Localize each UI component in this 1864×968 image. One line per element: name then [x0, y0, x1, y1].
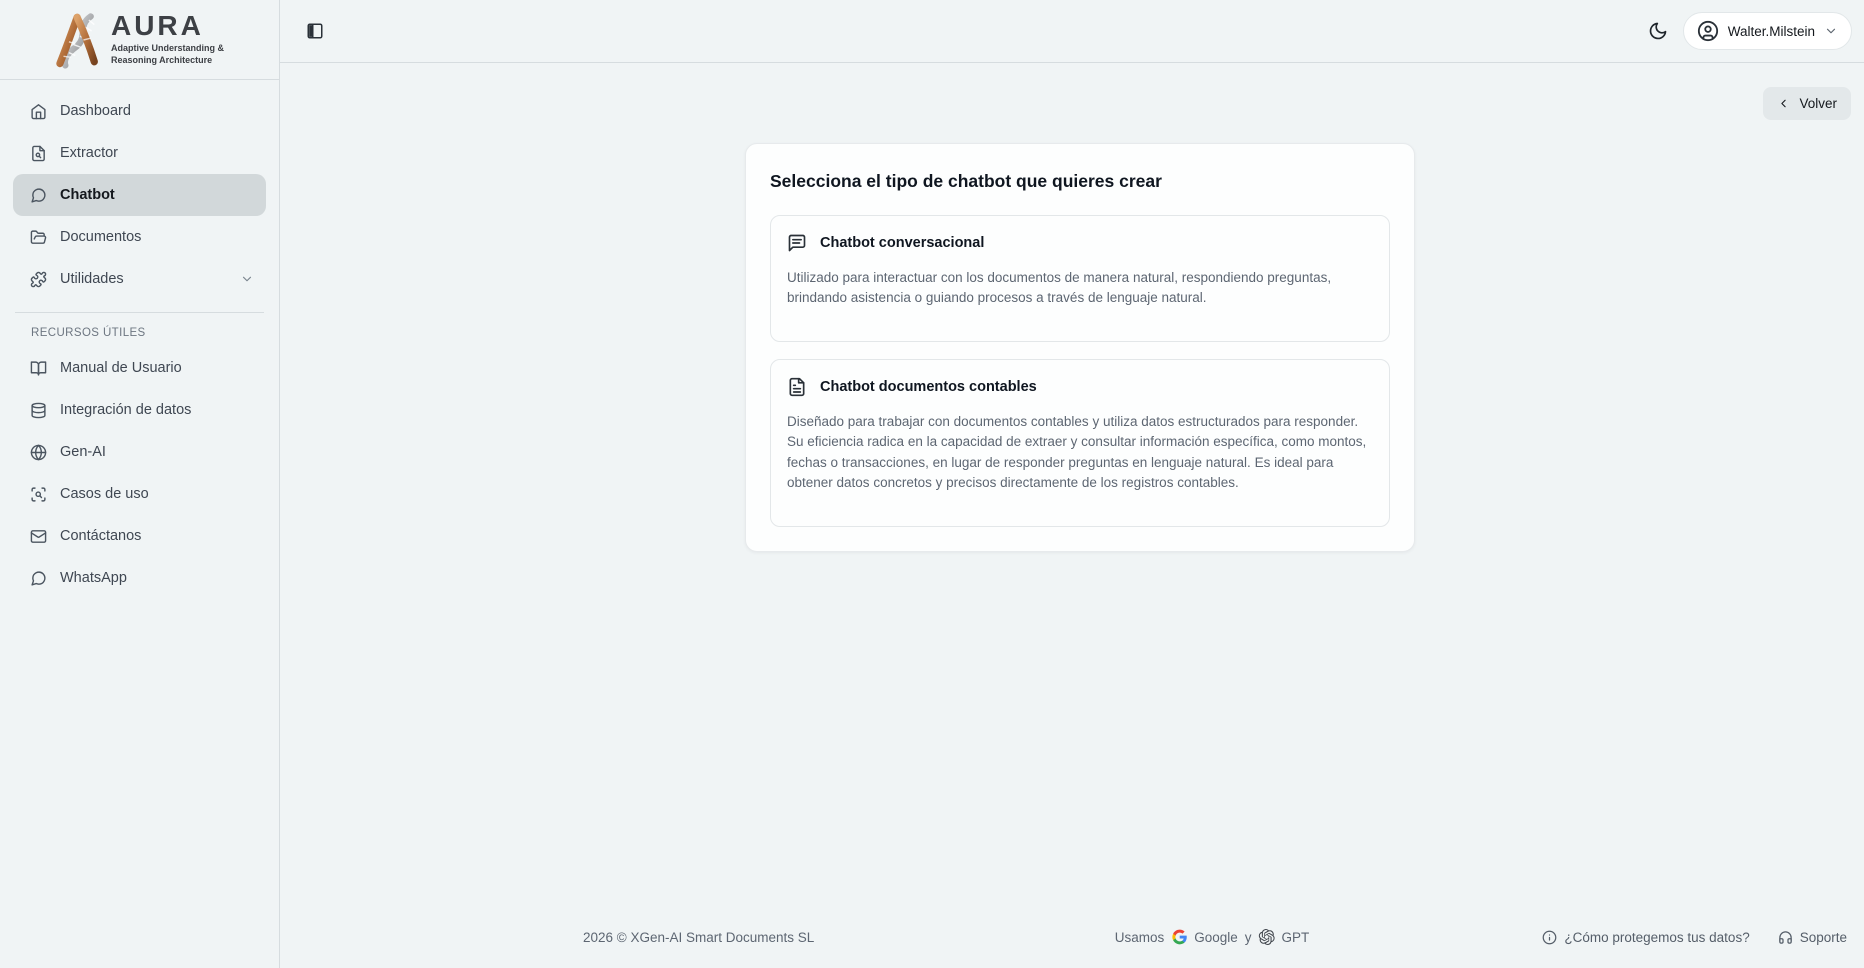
sidebar-item-label: Chatbot	[60, 187, 115, 203]
footer: 2026 © XGen-AI Smart Documents SL Usamos…	[560, 906, 1864, 968]
home-icon	[30, 103, 47, 120]
sidebar-item-whatsapp[interactable]: WhatsApp	[13, 557, 266, 599]
providers-conjunction: y	[1245, 930, 1252, 945]
provider-gpt-label: GPT	[1282, 930, 1310, 945]
provider-google-label: Google	[1194, 930, 1238, 945]
user-menu-button[interactable]: Walter.Milstein	[1683, 12, 1852, 50]
sidebar-item-documentos[interactable]: Documentos	[13, 216, 266, 258]
sidebar-section-label: RECURSOS ÚTILES	[13, 313, 266, 347]
headphones-icon	[1778, 930, 1793, 945]
chatbot-type-card: Selecciona el tipo de chatbot que quiere…	[745, 143, 1415, 552]
openai-icon	[1259, 929, 1275, 945]
providers-prefix: Usamos	[1115, 930, 1165, 945]
mail-icon	[30, 528, 47, 545]
puzzle-icon	[30, 271, 47, 288]
sidebar-item-label: WhatsApp	[60, 570, 127, 586]
sidebar-toggle-icon[interactable]	[306, 22, 324, 40]
sidebar-item-label: Utilidades	[60, 271, 124, 287]
chat-square-text-icon	[787, 233, 807, 253]
file-text-icon	[787, 377, 807, 397]
sidebar-item-gen-ai[interactable]: Gen-AI	[13, 431, 266, 473]
main-content: Volver Selecciona el tipo de chatbot que…	[280, 63, 1864, 968]
sidebar-item-label: Gen-AI	[60, 444, 106, 460]
sidebar-item-manual-de-usuario[interactable]: Manual de Usuario	[13, 347, 266, 389]
sidebar-item-label: Dashboard	[60, 103, 131, 119]
support-link-label: Soporte	[1800, 930, 1847, 945]
back-button-label: Volver	[1799, 96, 1837, 111]
sidebar-item-integracion-de-datos[interactable]: Integración de datos	[13, 389, 266, 431]
sidebar: AURA Adaptive Understanding & Reasoning …	[0, 0, 280, 968]
file-search-icon	[30, 145, 47, 162]
sidebar-item-label: Integración de datos	[60, 402, 191, 418]
book-open-icon	[30, 360, 47, 377]
sidebar-item-utilidades[interactable]: Utilidades	[13, 258, 266, 300]
brand-name: AURA	[111, 12, 224, 40]
back-button[interactable]: Volver	[1763, 87, 1851, 120]
app-logo: AURA Adaptive Understanding & Reasoning …	[0, 0, 279, 80]
footer-copyright: 2026 © XGen-AI Smart Documents SL	[583, 930, 814, 945]
aura-logo-icon	[49, 11, 107, 69]
brand-tagline: Adaptive Understanding & Reasoning Archi…	[111, 43, 224, 66]
option-chatbot-documentos-contables[interactable]: Chatbot documentos contables Diseñado pa…	[770, 359, 1390, 527]
sidebar-item-contactanos[interactable]: Contáctanos	[13, 515, 266, 557]
support-link[interactable]: Soporte	[1778, 930, 1847, 945]
chat-bubble-icon	[30, 570, 47, 587]
sidebar-item-extractor[interactable]: Extractor	[13, 132, 266, 174]
sidebar-item-label: Extractor	[60, 145, 118, 161]
sidebar-item-label: Documentos	[60, 229, 141, 245]
privacy-link[interactable]: ¿Cómo protegemos tus datos?	[1542, 930, 1749, 945]
user-avatar-icon	[1697, 20, 1719, 42]
sidebar-item-dashboard[interactable]: Dashboard	[13, 90, 266, 132]
folder-icon	[30, 229, 47, 246]
chat-bubble-icon	[30, 187, 47, 204]
sidebar-item-label: Contáctanos	[60, 528, 141, 544]
chevron-down-icon	[240, 272, 254, 286]
sidebar-item-chatbot[interactable]: Chatbot	[13, 174, 266, 216]
option-title: Chatbot conversacional	[820, 235, 984, 251]
database-icon	[30, 402, 47, 419]
option-description: Utilizado para interactuar con los docum…	[787, 268, 1373, 309]
top-bar: Walter.Milstein	[280, 0, 1864, 63]
sidebar-item-label: Manual de Usuario	[60, 360, 182, 376]
card-title: Selecciona el tipo de chatbot que quiere…	[770, 171, 1390, 192]
sidebar-item-label: Casos de uso	[60, 486, 149, 502]
scan-search-icon	[30, 486, 47, 503]
sidebar-nav: Dashboard Extractor Chatbot Documentos U…	[0, 80, 279, 599]
chevron-left-icon	[1777, 97, 1790, 110]
option-chatbot-conversacional[interactable]: Chatbot conversacional Utilizado para in…	[770, 215, 1390, 342]
google-icon	[1171, 929, 1187, 945]
chevron-down-icon	[1824, 24, 1838, 38]
user-name: Walter.Milstein	[1728, 24, 1815, 39]
footer-providers: Usamos Google y GPT	[1115, 929, 1310, 945]
sidebar-item-casos-de-uso[interactable]: Casos de uso	[13, 473, 266, 515]
dark-mode-toggle-icon[interactable]	[1648, 21, 1668, 41]
info-icon	[1542, 930, 1557, 945]
option-description: Diseñado para trabajar con documentos co…	[787, 412, 1373, 493]
privacy-link-label: ¿Cómo protegemos tus datos?	[1564, 930, 1749, 945]
option-title: Chatbot documentos contables	[820, 379, 1037, 395]
globe-icon	[30, 444, 47, 461]
